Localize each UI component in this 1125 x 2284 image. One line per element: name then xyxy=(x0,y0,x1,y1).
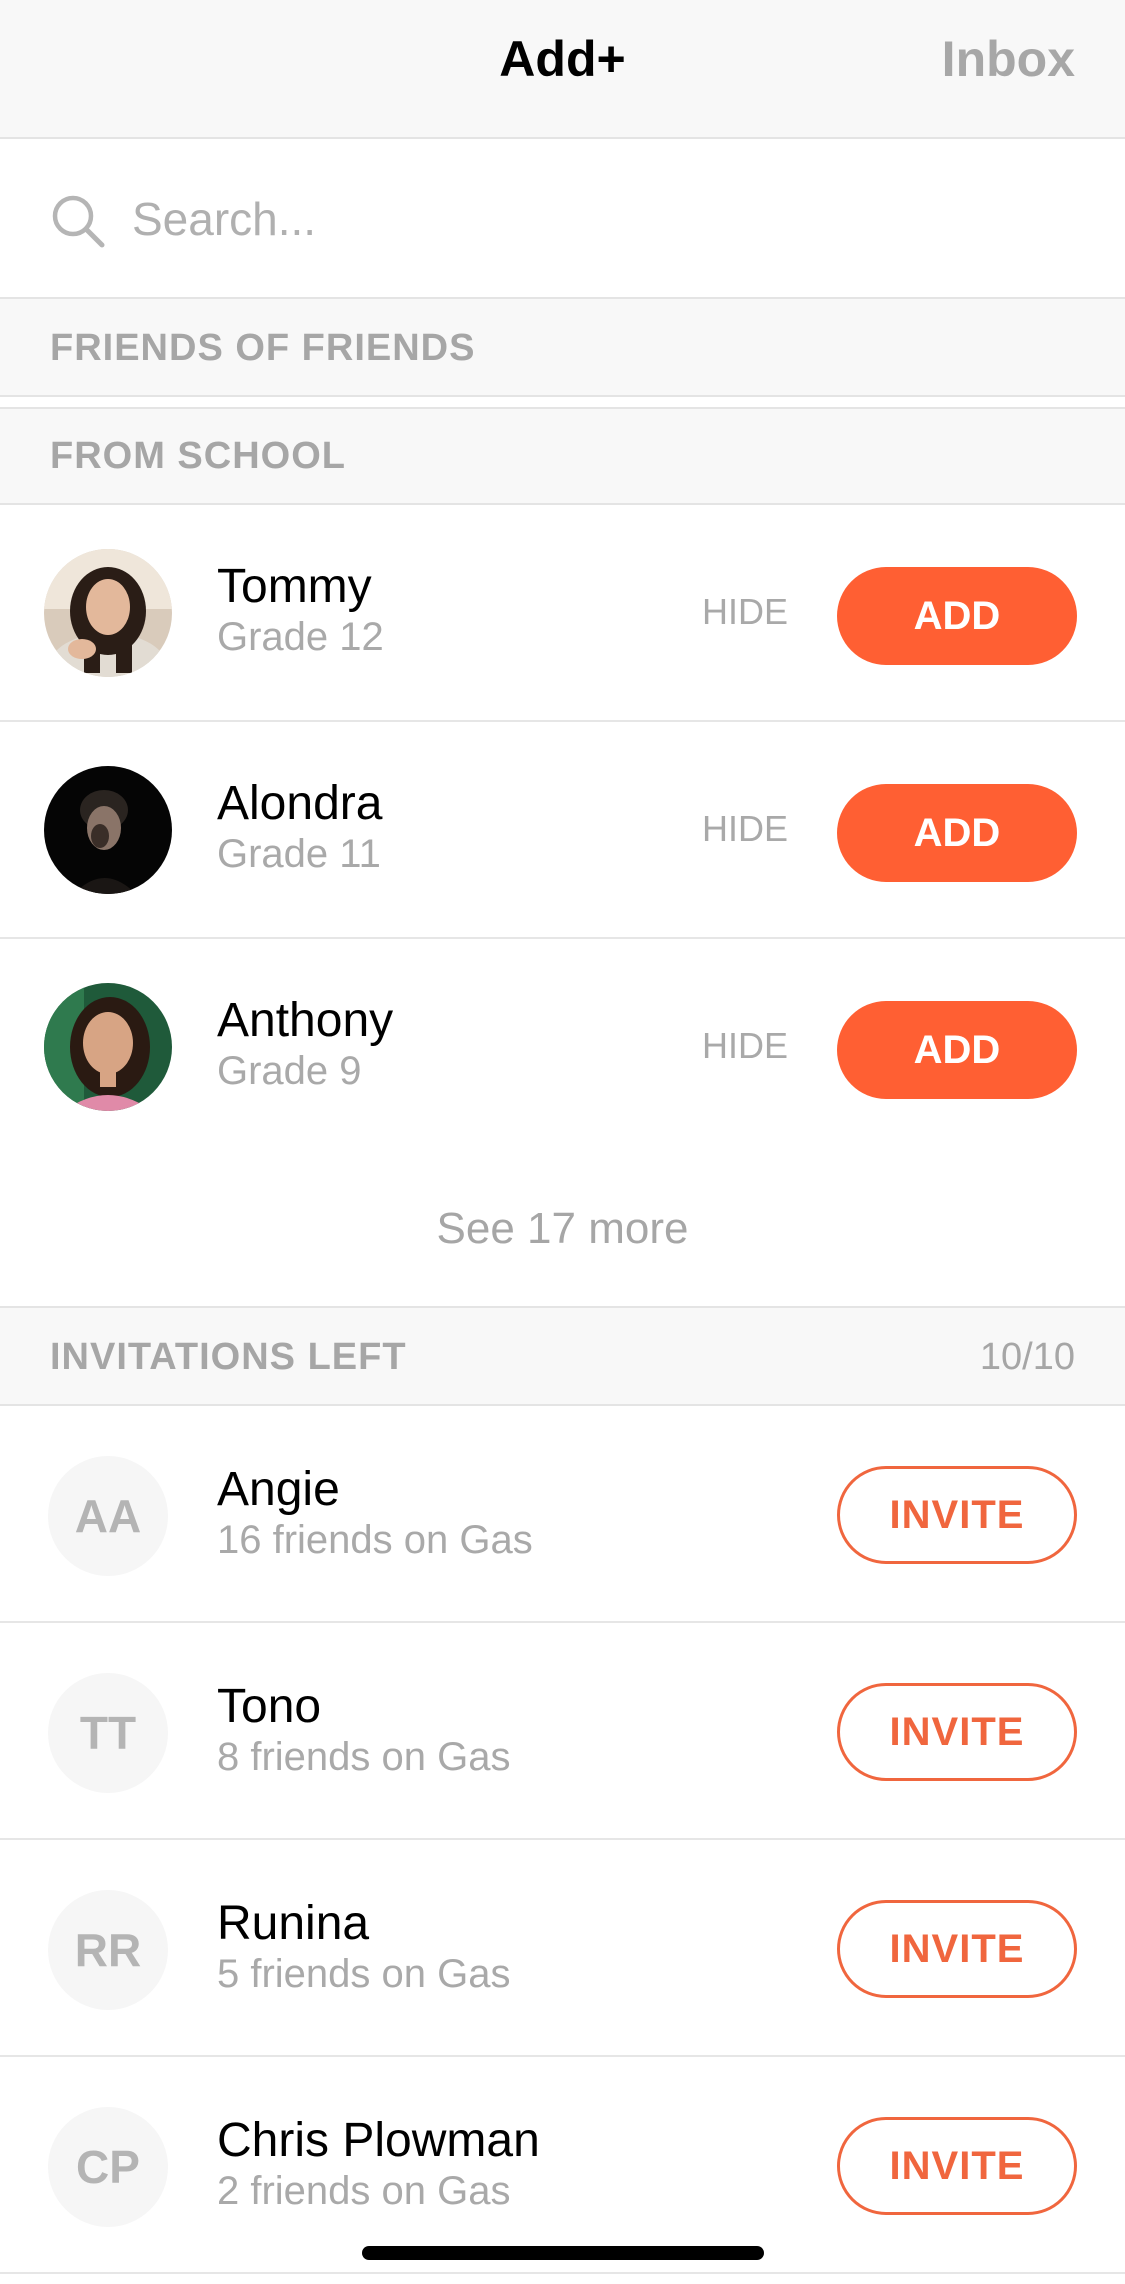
hide-button[interactable]: HIDE xyxy=(702,591,788,633)
section-label: FROM SCHOOL xyxy=(50,435,346,477)
avatar[interactable] xyxy=(44,983,172,1111)
invite-button[interactable]: INVITE xyxy=(837,2117,1077,2215)
section-label: INVITATIONS LEFT xyxy=(50,1336,407,1378)
search-bar xyxy=(0,139,1125,299)
search-icon xyxy=(52,195,105,248)
initials-avatar: CP xyxy=(48,2107,168,2227)
list-item: Tommy Grade 12 HIDE ADD xyxy=(0,505,1125,722)
friend-grade: Grade 9 xyxy=(217,1049,362,1093)
see-more-button[interactable]: See 17 more xyxy=(0,1154,1125,1306)
add-button[interactable]: ADD xyxy=(837,567,1077,665)
see-more-label: See 17 more xyxy=(436,1204,689,1253)
friends-count: 2 friends on Gas xyxy=(217,2169,511,2213)
inbox-button[interactable]: Inbox xyxy=(942,30,1075,88)
invite-button[interactable]: INVITE xyxy=(837,1466,1077,1564)
friends-count: 5 friends on Gas xyxy=(217,1952,511,1996)
avatar[interactable] xyxy=(44,549,172,677)
hide-button[interactable]: HIDE xyxy=(702,808,788,850)
initials-avatar: AA xyxy=(48,1456,168,1576)
section-label: FRIENDS OF FRIENDS xyxy=(50,327,476,369)
initials-avatar: TT xyxy=(48,1673,168,1793)
friend-grade: Grade 11 xyxy=(217,832,381,876)
friend-name: Tommy xyxy=(217,560,372,613)
section-friends-of-friends[interactable]: FRIENDS OF FRIENDS xyxy=(0,299,1125,397)
contact-name: Runina xyxy=(217,1897,370,1950)
nav-header: Add+ Inbox xyxy=(0,0,1125,139)
friend-name: Anthony xyxy=(217,994,394,1047)
invitations-count: 10/10 xyxy=(979,1336,1075,1378)
contact-name: Chris Plowman xyxy=(217,2114,540,2167)
list-item: CP Chris Plowman 2 friends on Gas INVITE xyxy=(0,2057,1125,2274)
friend-grade: Grade 12 xyxy=(217,615,384,659)
list-item: Anthony Grade 9 HIDE ADD xyxy=(0,939,1125,1156)
add-button[interactable]: ADD xyxy=(837,1001,1077,1099)
section-invitations: INVITATIONS LEFT 10/10 xyxy=(0,1306,1125,1406)
initials-avatar: RR xyxy=(48,1890,168,2010)
list-item: Alondra Grade 11 HIDE ADD xyxy=(0,722,1125,939)
avatar[interactable] xyxy=(44,766,172,894)
add-button[interactable]: ADD xyxy=(837,784,1077,882)
invite-button[interactable]: INVITE xyxy=(837,1683,1077,1781)
list-item: RR Runina 5 friends on Gas INVITE xyxy=(0,1840,1125,2057)
list-item: AA Angie 16 friends on Gas INVITE xyxy=(0,1406,1125,1623)
friends-count: 16 friends on Gas xyxy=(217,1518,533,1562)
search-input[interactable] xyxy=(132,179,1032,259)
invite-button[interactable]: INVITE xyxy=(837,1900,1077,1998)
list-item: TT Tono 8 friends on Gas INVITE xyxy=(0,1623,1125,1840)
friend-name: Alondra xyxy=(217,777,383,830)
contact-name: Tono xyxy=(217,1680,322,1733)
section-from-school: FROM SCHOOL xyxy=(0,407,1125,505)
home-indicator[interactable] xyxy=(362,2246,764,2260)
contact-name: Angie xyxy=(217,1463,340,1516)
friends-count: 8 friends on Gas xyxy=(217,1735,511,1779)
hide-button[interactable]: HIDE xyxy=(702,1025,788,1067)
